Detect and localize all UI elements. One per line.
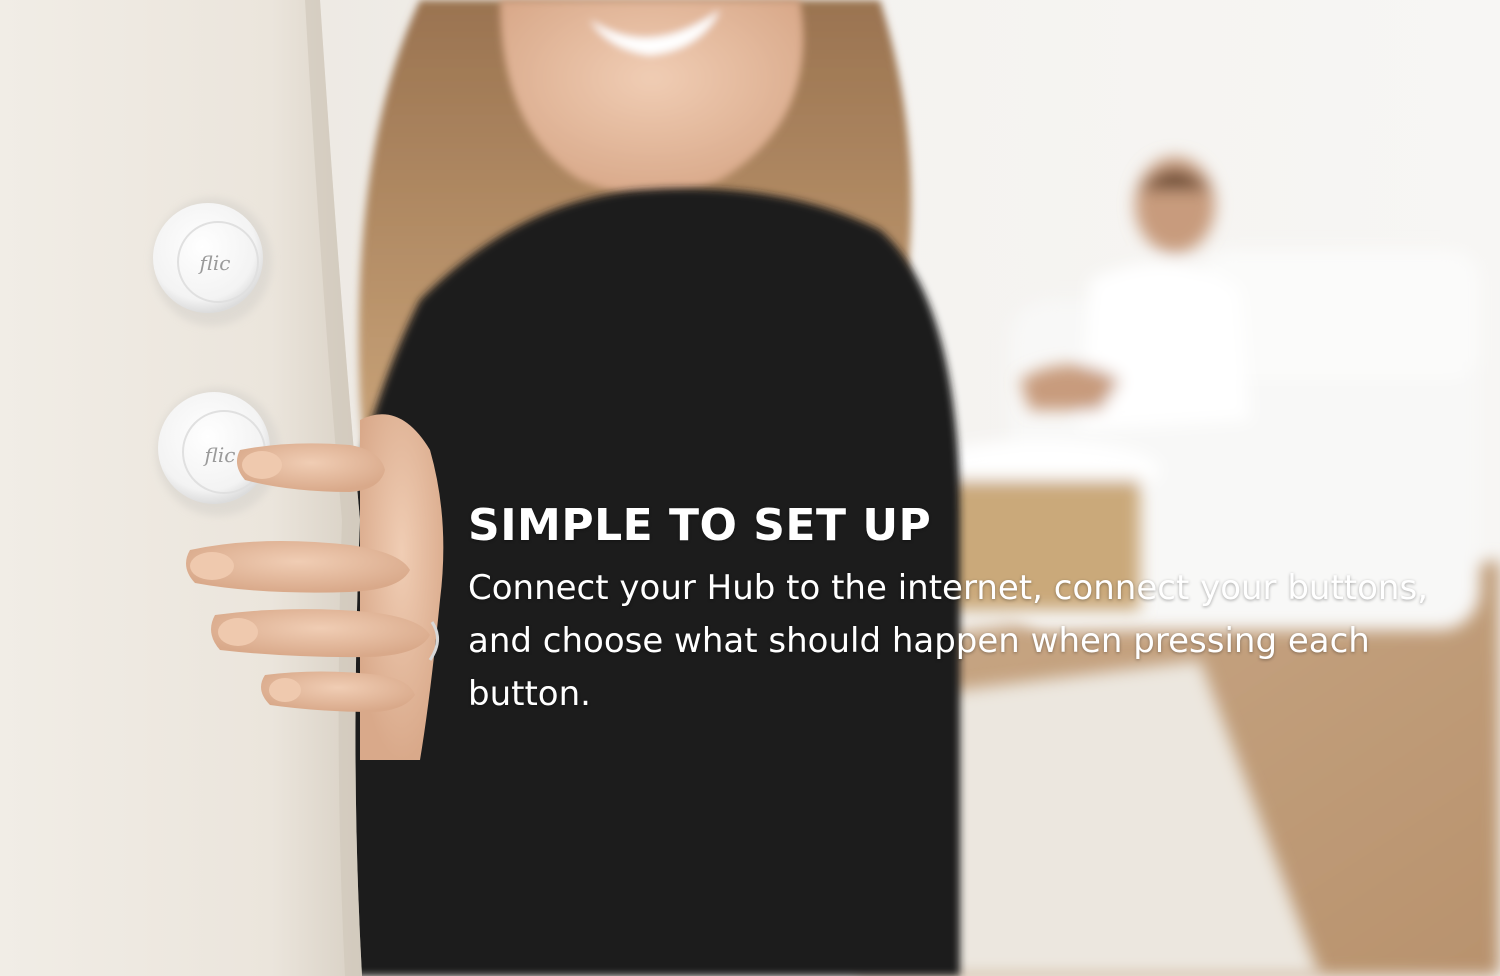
feature-caption: SIMPLE TO SET UP Connect your Hub to the…	[468, 498, 1468, 721]
feature-description: Connect your Hub to the internet, connec…	[468, 568, 1429, 714]
flic-button-top: flic	[152, 198, 272, 326]
photo-background: flic flic	[0, 0, 1500, 976]
product-photo: flic flic SIMPLE TO SET UP Connect your …	[0, 0, 1500, 976]
flic-logo: flic	[203, 443, 236, 467]
flic-logo: flic	[198, 251, 231, 275]
feature-title: SIMPLE TO SET UP	[468, 500, 932, 551]
